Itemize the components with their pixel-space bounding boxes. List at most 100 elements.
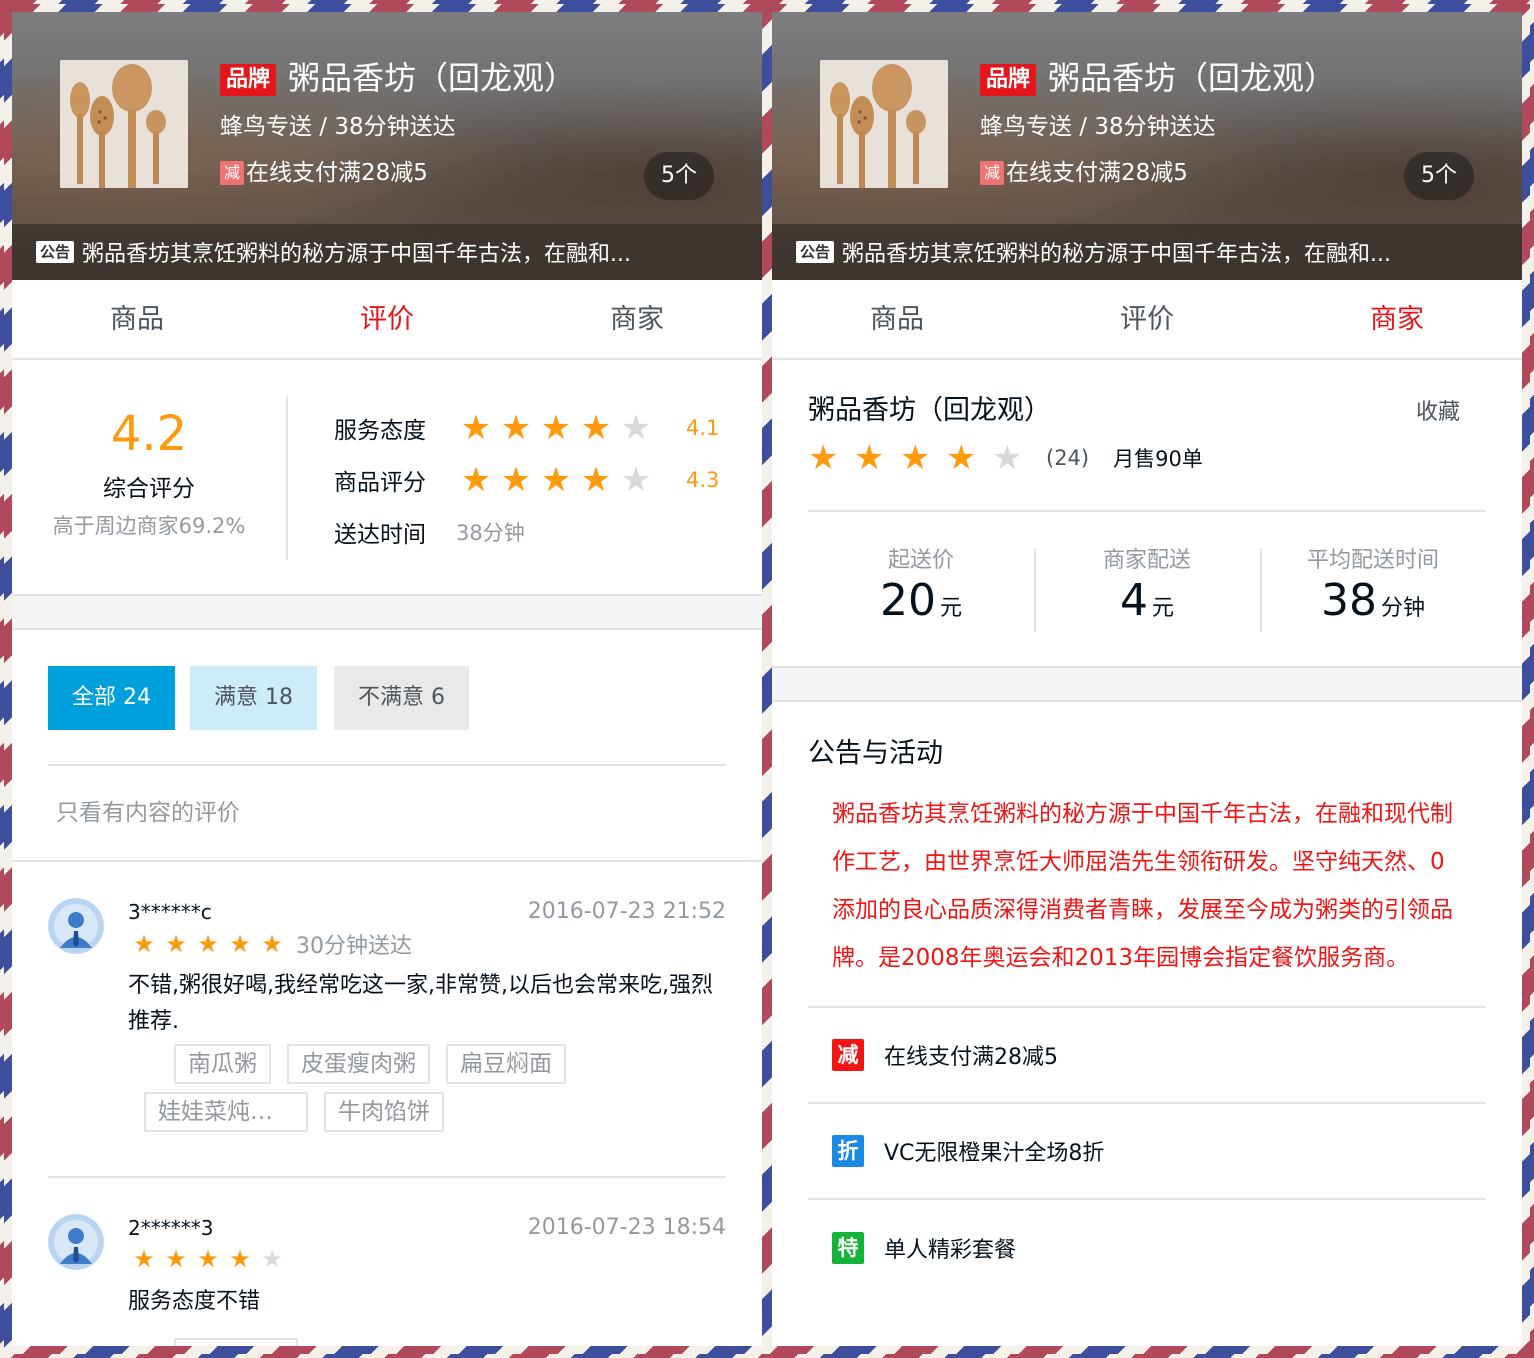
dish-tag: 扁豆焖面 [446,1044,566,1084]
avg-time-label: 平均配送时间 [1306,548,1439,573]
star-filled-icon: ★ [580,408,612,448]
support-item: 特 单人精彩套餐 [808,1200,1486,1296]
star-empty-icon: ★ [992,438,1023,478]
food-rating-row: 商品评分 ★ ★ ★ ★ ★ 4.3 [334,462,719,498]
dish-tag: 娃娃菜炖… [144,1092,308,1132]
service-label: 服务态度 [334,418,426,444]
dish-tag: 皮蛋瘦肉粥 [287,1044,430,1084]
review-delivery-time: 30分钟送达 [296,934,412,959]
seller-screen: 品牌 粥品香坊（回龙观） 蜂鸟专送 / 38分钟送达 减 在线支付满28减5 5… [772,12,1522,1346]
brand-tag: 品牌 [980,64,1037,96]
sale-icon: 折 [832,1135,864,1167]
tab-seller[interactable]: 商家 [512,280,762,358]
supports-count-button[interactable]: 5个 [644,152,714,200]
service-stars: ★ ★ ★ ★ ★ [456,410,656,446]
delivery-fee-unit: 元 [1151,596,1174,621]
food-score: 4.3 [686,468,720,492]
review-date: 2016-07-23 21:52 [527,899,726,924]
star-filled-icon: ★ [540,408,572,448]
user-avatar [48,1214,104,1270]
star-filled-icon: ★ [165,930,187,958]
star-filled-icon: ★ [540,460,572,500]
rank-compare: 高于周边商家69.2% [52,514,246,538]
favorite-button[interactable]: 收藏 [1416,398,1460,428]
review-stars: ★ ★ ★ ★ ★ [128,929,288,959]
review-rating: ★ ★ ★ ★ ★ [128,1244,288,1274]
promo-text: 在线支付满28减5 [246,160,428,186]
star-empty-icon: ★ [620,408,652,448]
delivery-time-label: 送达时间 [334,522,426,548]
star-filled-icon: ★ [197,1245,219,1273]
recommended-dishes [144,1338,726,1346]
shop-avatar-image [820,60,948,188]
overall-score-block: 4.2 综合评分 高于周边商家69.2% [12,360,286,594]
recommended-dishes: 南瓜粥 皮蛋瘦肉粥 扁豆焖面 娃娃菜炖… 牛肉馅饼 [144,1044,726,1140]
section-gap [772,666,1522,702]
filter-negative-button[interactable]: 不满意 6 [334,666,469,730]
star-filled-icon: ★ [946,438,977,478]
discount-icon: 减 [220,161,244,185]
supports-count-button[interactable]: 5个 [1404,152,1474,200]
bulletin-text: 粥品香坊其烹饪粥料的秘方源于中国千年古法，在融和现代制作工艺，由世界烹饪大师屈浩… [808,772,1486,1008]
monthly-sales: 月售90单 [1113,447,1203,471]
promo-info: 减 在线支付满28减5 [220,158,428,188]
star-filled-icon: ★ [165,1245,187,1273]
support-text: 单人精彩套餐 [884,1238,1017,1263]
delivery-fee-value: 4 [1119,575,1148,626]
star-filled-icon: ★ [808,438,839,478]
star-filled-icon: ★ [460,460,492,500]
seller-name: 粥品香坊（回龙观） [808,395,1051,426]
seller-stats: 起送价 20 元 商家配送 4元 平均配送时间 38 分钟 [772,512,1522,666]
rating-filter: 全部 24 满意 18 不满意 6 只看有内容的评价 [12,630,762,862]
star-filled-icon: ★ [854,438,885,478]
notice-bar[interactable]: 公告 粥品香坊其烹饪粥料的秘方源于中国千年古法，在融和... [12,224,762,280]
dish-tag: 南瓜粥 [174,1044,271,1084]
delivery-time-value: 38分钟 [456,521,525,545]
star-filled-icon: ★ [229,930,251,958]
tab-seller[interactable]: 商家 [1272,280,1522,358]
tab-ratings[interactable]: 评价 [262,280,512,358]
shop-name: 粥品香坊（回龙观） [1048,59,1337,97]
star-empty-icon: ★ [261,1245,283,1273]
review-stars: ★ ★ ★ ★ ★ [128,1244,288,1274]
divider [286,396,288,560]
food-stars: ★ ★ ★ ★ ★ [456,462,656,498]
tab-goods[interactable]: 商品 [12,280,262,358]
delivery-time-row: 送达时间 38分钟 [334,514,525,550]
shop-header[interactable]: 品牌 粥品香坊（回龙观） 蜂鸟专送 / 38分钟送达 减 在线支付满28减5 5… [772,12,1522,280]
review-date: 2016-07-23 18:54 [527,1215,726,1240]
filter-positive-button[interactable]: 满意 18 [190,666,317,730]
tab-goods[interactable]: 商品 [772,280,1022,358]
star-filled-icon: ★ [460,408,492,448]
user-avatar [48,898,104,954]
review-text: 服务态度不错 [128,1289,261,1314]
tab-bar: 商品 评价 商家 [772,280,1522,360]
brand-tag: 品牌 [220,64,277,96]
bulletin-section: 公告与活动 粥品香坊其烹饪粥料的秘方源于中国千年古法，在融和现代制作工艺，由世界… [808,736,1486,1296]
review-username: 2******3 [128,1216,214,1240]
delivery-info: 蜂鸟专送 / 38分钟送达 [220,114,456,140]
filter-all-button[interactable]: 全部 24 [48,666,175,730]
only-content-toggle[interactable]: 只看有内容的评价 [56,796,240,830]
review-username: 3******c [128,900,212,924]
star-filled-icon: ★ [900,438,931,478]
support-item: 减 在线支付满28减5 [808,1008,1486,1104]
discount-icon: 减 [832,1039,864,1071]
star-filled-icon: ★ [133,1245,155,1273]
avg-time-value: 38 [1320,575,1377,626]
delivery-fee-stat: 商家配送 4元 [1034,512,1260,666]
shop-name: 粥品香坊（回龙观） [288,59,577,97]
ratings-screen: 品牌 粥品香坊（回龙观） 蜂鸟专送 / 38分钟送达 减 在线支付满28减5 5… [12,12,762,1346]
divider [48,764,726,766]
tab-ratings[interactable]: 评价 [1022,280,1272,358]
avg-time-stat: 平均配送时间 38 分钟 [1260,512,1486,666]
promo-info: 减 在线支付满28减5 [980,158,1188,188]
seller-stars: ★ ★ ★ ★ ★ [808,440,1038,476]
shop-header[interactable]: 品牌 粥品香坊（回龙观） 蜂鸟专送 / 38分钟送达 减 在线支付满28减5 5… [12,12,762,280]
seller-rating: ★ ★ ★ ★ ★ (24) 月售90单 [808,440,1203,476]
notice-bar[interactable]: 公告 粥品香坊其烹饪粥料的秘方源于中国千年古法，在融和... [772,224,1522,280]
review-rating: ★ ★ ★ ★ ★ 30分钟送达 [128,928,412,960]
overall-score: 4.2 [110,406,188,462]
star-filled-icon: ★ [229,1245,251,1273]
delivery-info: 蜂鸟专送 / 38分钟送达 [980,114,1216,140]
